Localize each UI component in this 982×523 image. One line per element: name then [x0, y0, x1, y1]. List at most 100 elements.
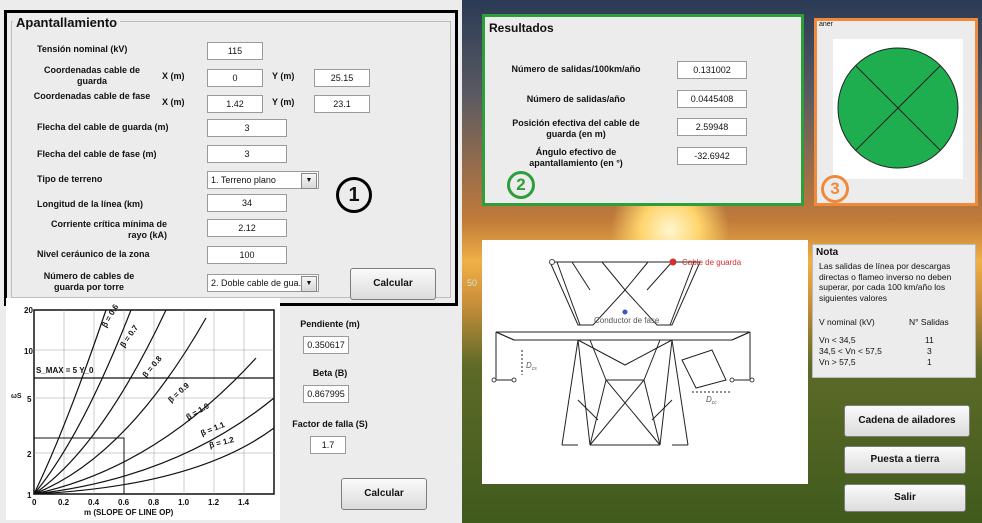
nota-row-n: 11: [925, 335, 934, 345]
beta-label: Beta (B): [312, 368, 348, 378]
fase-x-input[interactable]: 1.42: [207, 95, 263, 113]
result-label: Número de salidas/año: [526, 94, 626, 104]
fase-y-label: Y (m): [272, 97, 295, 107]
guarda-x-label: X (m): [162, 71, 185, 81]
nota-row-v: 34,5 < Vn < 57,5: [819, 346, 882, 356]
corriente-label: Corriente crítica mínima de rayo (kA): [50, 219, 167, 240]
indicator-corner-text: aner: [819, 21, 834, 28]
curve-label: β = 0.7: [118, 323, 140, 349]
curve-label: β = 1.1: [199, 420, 226, 438]
beta-graph-svg: 20 10 5 2 1 ωS 0 0.2 0.4 0.6 0.8 1.0 1.2…: [11, 302, 275, 517]
cables-select-value: 2. Doble cable de gua...: [211, 278, 307, 288]
curve-label: β = 1.0: [185, 401, 212, 422]
axis-tick-label: 50: [467, 278, 478, 288]
fase-y-input[interactable]: 23.1: [314, 95, 370, 113]
nota-col1-header: V nominal (kV): [819, 317, 875, 327]
terreno-select[interactable]: 1. Terreno plano ▼: [207, 171, 319, 189]
nota-row-n: 1: [927, 357, 932, 367]
y-tick: 20: [24, 306, 33, 315]
x-tick: 1.4: [238, 498, 250, 507]
nota-row-n: 3: [927, 346, 932, 356]
longitud-input[interactable]: 34: [207, 194, 287, 212]
dcs-label: Dcs: [526, 361, 537, 372]
pendiente-input[interactable]: 0.350617: [303, 336, 349, 354]
result-value[interactable]: -32.6942: [677, 147, 747, 165]
terreno-select-value: 1. Terreno plano: [211, 175, 276, 185]
falla-input[interactable]: 1.7: [310, 436, 346, 454]
x-tick: 0.8: [148, 498, 160, 507]
nivel-label: Nivel ceráunico de la zona: [37, 249, 150, 259]
x-tick: 1.0: [178, 498, 190, 507]
section-badge-3: 3: [821, 175, 849, 203]
y-tick: 2: [27, 450, 32, 459]
x-tick: 0.2: [58, 498, 70, 507]
fase-label: Coordenadas cable de fase: [33, 91, 151, 101]
result-label: Número de salidas/100km/año: [511, 64, 641, 74]
y-axis-label: ωS: [11, 393, 22, 400]
indicator-panel: aner 3: [814, 18, 978, 206]
x-tick: 0.4: [88, 498, 100, 507]
beta-input[interactable]: 0.867995: [303, 385, 349, 403]
chevron-down-icon[interactable]: ▼: [301, 173, 317, 189]
result-value[interactable]: 0.0445408: [677, 90, 747, 108]
curve-label: β = 0.6: [100, 302, 121, 329]
puesta-tierra-button[interactable]: Puesta a tierra: [844, 446, 966, 474]
nota-title: Nota: [816, 247, 839, 258]
result-value[interactable]: 2.59948: [677, 118, 747, 136]
flecha-fase-input[interactable]: 3: [207, 145, 287, 163]
tension-label: Tensión nominal (kV): [37, 44, 128, 54]
longitud-label: Longitud de la línea (km): [37, 199, 144, 209]
nota-text: Las salidas de línea por descargas direc…: [819, 261, 952, 303]
result-label: Posición efectiva del cable de guarda (e…: [512, 118, 640, 139]
conductor-fase-label: Conductor de fase: [594, 316, 660, 325]
status-circle-icon: [837, 47, 959, 169]
nota-row-v: Vn < 34,5: [819, 335, 856, 345]
result-label: Ángulo efectivo de apantallamiento (en °…: [529, 147, 623, 168]
salir-button[interactable]: Salir: [844, 484, 966, 512]
calcular-button[interactable]: Calcular: [350, 268, 436, 300]
dcc-label: Dcc: [706, 395, 717, 406]
cables-label: Número de cables de guarda por torre: [43, 271, 135, 292]
fase-x-label: X (m): [162, 97, 185, 107]
flecha-fase-label: Flecha del cable de fase (m): [37, 149, 157, 159]
guarda-x-input[interactable]: 0: [207, 69, 263, 87]
guarda-y-label: Y (m): [272, 71, 295, 81]
x-tick: 0: [32, 498, 37, 507]
flecha-guarda-label: Flecha del cable de guarda (m): [37, 122, 169, 132]
curve-label: β = 1.2: [208, 435, 235, 450]
result-value[interactable]: 0.131002: [677, 61, 747, 79]
resultados-panel: Resultados Número de salidas/100km/año 0…: [482, 14, 804, 206]
falla-label: Factor de falla (S): [292, 419, 368, 429]
cadena-aisladores-button[interactable]: Cadena de ailadores: [844, 405, 970, 437]
smax-label: S_MAX = 5 Y_0: [36, 366, 94, 375]
corriente-input[interactable]: 2.12: [207, 219, 287, 237]
x-tick: 0.6: [118, 498, 130, 507]
resultados-title: Resultados: [489, 21, 554, 35]
x-axis-label: m (SLOPE OF LINE OP): [84, 508, 174, 517]
panel-title: Apantallamiento: [13, 15, 121, 30]
nota-panel: Nota Las salidas de línea por descargas …: [812, 244, 976, 378]
terreno-label: Tipo de terreno: [37, 174, 103, 184]
tension-input[interactable]: 115: [207, 42, 263, 60]
section-badge-1: 1: [336, 177, 372, 213]
guarda-label: Coordenadas cable de guarda: [43, 65, 141, 86]
apantallamiento-panel: Apantallamiento Tensión nominal (kV) 115…: [4, 10, 458, 306]
nota-row-v: Vn > 57,5: [819, 357, 856, 367]
x-tick: 1.2: [208, 498, 220, 507]
nivel-input[interactable]: 100: [207, 246, 287, 264]
cables-select[interactable]: 2. Doble cable de gua... ▼: [207, 274, 319, 292]
y-tick: 5: [27, 395, 32, 404]
curve-label: β = 0.8: [141, 354, 164, 379]
pendiente-label: Pendiente (m): [300, 319, 360, 329]
flecha-guarda-input[interactable]: 3: [207, 119, 287, 137]
beta-graph: 20 10 5 2 1 ωS 0 0.2 0.4 0.6 0.8 1.0 1.2…: [6, 298, 280, 520]
guarda-y-input[interactable]: 25.15: [314, 69, 370, 87]
tower-svg: Cable de guarda Conductor de fase Dcs Dc…: [491, 258, 755, 446]
curve-label: β = 0.9: [166, 381, 191, 405]
cable-guarda-label: Cable de guarda: [682, 258, 742, 267]
y-tick: 10: [24, 347, 33, 356]
calcular-falla-button[interactable]: Calcular: [341, 478, 427, 510]
chevron-down-icon[interactable]: ▼: [301, 276, 317, 292]
tower-diagram: Cable de guarda Conductor de fase Dcs Dc…: [482, 240, 808, 484]
nota-col2-header: N° Salidas: [909, 317, 949, 327]
